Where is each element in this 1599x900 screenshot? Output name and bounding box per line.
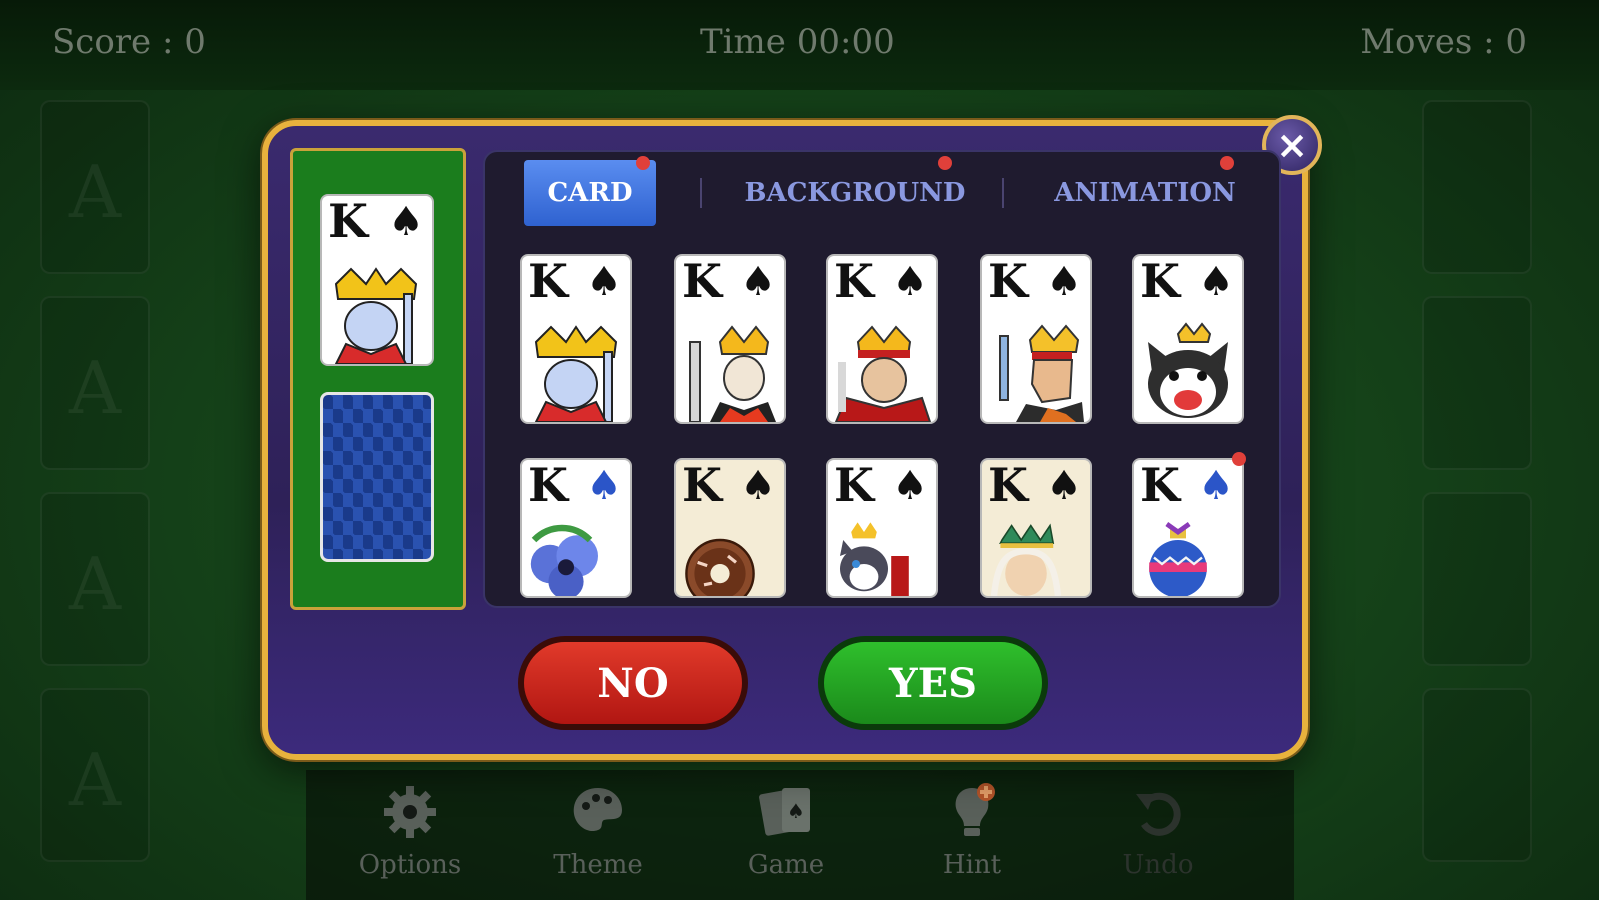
time-label: Time 00:00 bbox=[700, 22, 895, 62]
foundation-slot[interactable]: A bbox=[40, 100, 150, 274]
tab-separator bbox=[700, 178, 702, 208]
bulldog-icon bbox=[1148, 322, 1228, 418]
tableau-slot[interactable] bbox=[1422, 296, 1532, 470]
cat-king-icon bbox=[840, 522, 909, 596]
hint-label: Hint bbox=[942, 850, 1002, 880]
card-design-option[interactable]: K ♠ bbox=[1132, 458, 1244, 598]
new-design-badge bbox=[1232, 452, 1246, 466]
card-rank: K bbox=[834, 254, 874, 308]
card-rank: K bbox=[1140, 254, 1180, 308]
card-back-preview bbox=[320, 392, 434, 562]
yes-button[interactable]: YES bbox=[818, 636, 1048, 730]
tab-animation-badge bbox=[1220, 156, 1234, 170]
undo-icon bbox=[1136, 792, 1181, 836]
card-rank: K bbox=[528, 458, 568, 512]
tableau-slot[interactable] bbox=[1422, 100, 1532, 274]
king-red-robe-icon bbox=[834, 325, 932, 422]
queen-crown-icon bbox=[990, 523, 1062, 596]
gear-icon bbox=[384, 786, 436, 838]
foundation-slot[interactable]: A bbox=[40, 492, 150, 666]
card-design-option[interactable]: K ♠ bbox=[520, 458, 632, 598]
king-sword-icon bbox=[689, 325, 776, 422]
close-icon: × bbox=[1276, 123, 1308, 167]
tab-card[interactable]: CARD bbox=[524, 160, 656, 226]
options-label: Options bbox=[358, 850, 462, 880]
card-design-option[interactable]: K ♠ bbox=[826, 254, 938, 424]
preview-card: K ♠ bbox=[320, 194, 434, 366]
card-suit: ♠ bbox=[740, 463, 776, 509]
cards-icon: ♠ bbox=[759, 788, 810, 836]
foundation-placeholder: A bbox=[69, 738, 121, 822]
tab-background[interactable]: BACKGROUND bbox=[730, 160, 980, 226]
game-label: Game bbox=[747, 850, 825, 880]
card-design-option[interactable]: K ♠ bbox=[980, 458, 1092, 598]
theme-button[interactable]: Theme bbox=[538, 780, 658, 880]
foundation-placeholder: A bbox=[69, 346, 121, 430]
card-rank: K bbox=[682, 254, 722, 308]
foundation-placeholder: A bbox=[69, 150, 121, 234]
card-design-option[interactable]: K ♠ bbox=[674, 458, 786, 598]
score-label: Score : 0 bbox=[52, 22, 206, 62]
card-suit: ♠ bbox=[740, 259, 776, 305]
king-face-icon bbox=[534, 325, 618, 422]
card-rank: K bbox=[1140, 458, 1180, 512]
king-face-icon bbox=[334, 267, 418, 364]
tab-card-badge bbox=[636, 156, 650, 170]
card-rank: K bbox=[682, 458, 722, 512]
tab-animation[interactable]: ANIMATION bbox=[1040, 160, 1250, 226]
card-design-option[interactable]: K ♠ bbox=[980, 254, 1092, 424]
tab-background-badge bbox=[938, 156, 952, 170]
tableau-slot[interactable] bbox=[1422, 688, 1532, 862]
blue-flower-icon bbox=[530, 524, 598, 596]
card-rank: K bbox=[528, 254, 568, 308]
ornament-icon bbox=[1149, 522, 1207, 596]
card-rank: K bbox=[834, 458, 874, 512]
donut-icon bbox=[685, 538, 755, 596]
moves-label: Moves : 0 bbox=[1360, 22, 1527, 62]
card-suit: ♠ bbox=[1046, 259, 1082, 305]
options-button[interactable]: Options bbox=[350, 780, 470, 880]
card-suit: ♠ bbox=[388, 199, 424, 245]
game-button[interactable]: ♠ Game bbox=[726, 780, 846, 880]
card-suit: ♠ bbox=[892, 259, 928, 305]
card-design-option[interactable]: K ♠ bbox=[826, 458, 938, 598]
card-suit: ♠ bbox=[892, 463, 928, 509]
lightbulb-icon bbox=[955, 783, 995, 836]
card-design-option[interactable]: K ♠ bbox=[674, 254, 786, 424]
card-design-option[interactable]: K ♠ bbox=[520, 254, 632, 424]
foundation-placeholder: A bbox=[69, 542, 121, 626]
card-suit: ♠ bbox=[586, 259, 622, 305]
card-rank: K bbox=[988, 458, 1028, 512]
card-suit: ♠ bbox=[586, 463, 622, 509]
foundation-slot[interactable]: A bbox=[40, 296, 150, 470]
card-suit: ♠ bbox=[1046, 463, 1082, 509]
undo-button[interactable]: Undo bbox=[1098, 780, 1218, 880]
card-design-option[interactable]: K ♠ bbox=[1132, 254, 1244, 424]
hint-button[interactable]: Hint bbox=[912, 780, 1032, 880]
card-suit: ♠ bbox=[1198, 259, 1234, 305]
card-rank: K bbox=[988, 254, 1028, 308]
palette-icon bbox=[573, 788, 622, 832]
card-rank: K bbox=[328, 194, 368, 248]
no-button[interactable]: NO bbox=[518, 636, 748, 730]
tab-separator bbox=[1002, 178, 1004, 208]
svg-text:♠: ♠ bbox=[787, 799, 805, 823]
card-suit: ♠ bbox=[1198, 463, 1234, 509]
theme-label: Theme bbox=[553, 850, 643, 880]
undo-label: Undo bbox=[1122, 850, 1194, 880]
king-profile-icon bbox=[999, 324, 1084, 422]
tableau-slot[interactable] bbox=[1422, 492, 1532, 666]
foundation-slot[interactable]: A bbox=[40, 688, 150, 862]
